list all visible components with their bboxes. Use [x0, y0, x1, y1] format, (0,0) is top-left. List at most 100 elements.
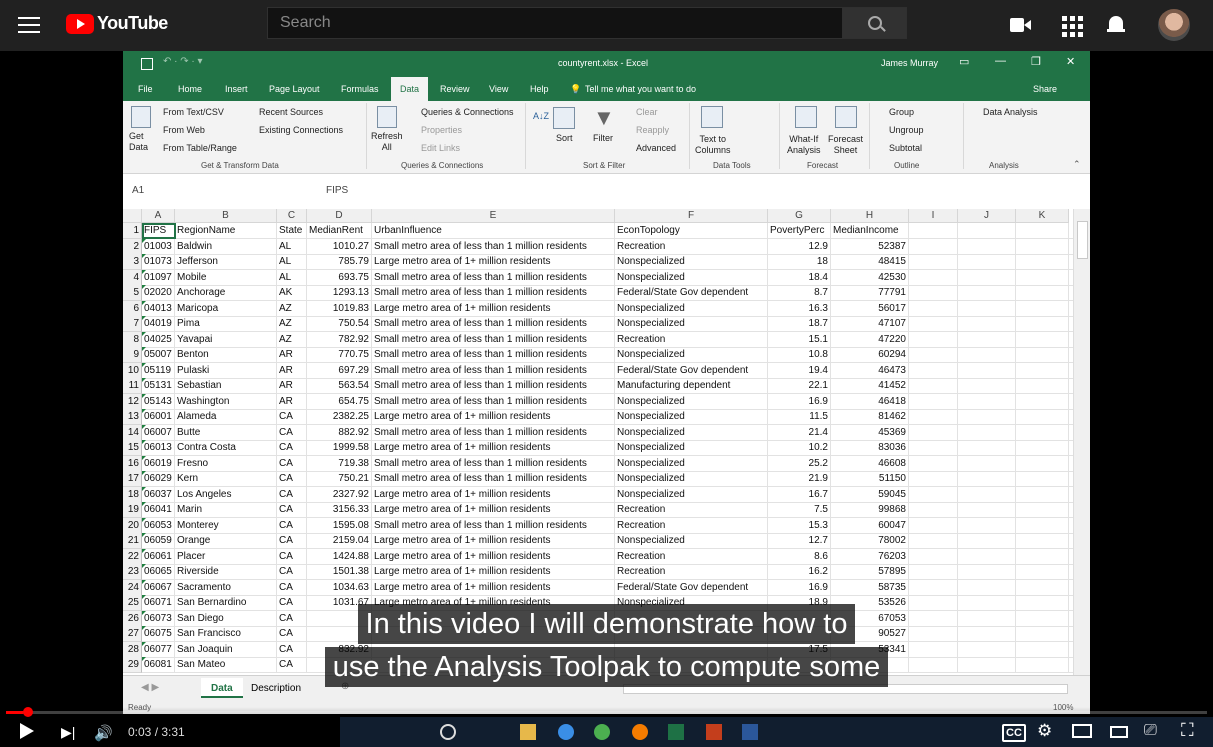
cell[interactable]: CA — [277, 641, 307, 657]
cell[interactable] — [909, 517, 958, 533]
cell[interactable]: CA — [277, 471, 307, 486]
horizontal-scrollbar[interactable] — [623, 684, 1068, 694]
cell[interactable]: Manufacturing dependent — [615, 378, 768, 393]
cell[interactable] — [958, 300, 1016, 316]
ungroup-button[interactable]: Ungroup — [889, 125, 924, 135]
tab-insert[interactable]: Insert — [225, 84, 248, 94]
cell[interactable] — [958, 254, 1016, 269]
row-header[interactable]: 22 — [123, 548, 142, 565]
cell[interactable]: AL — [277, 254, 307, 269]
cell[interactable]: 67053 — [831, 610, 909, 626]
cell[interactable]: San Bernardino — [175, 595, 277, 610]
cell[interactable]: 90527 — [831, 626, 909, 641]
cell[interactable] — [958, 269, 1016, 285]
cell[interactable]: 06019 — [142, 455, 175, 471]
cell[interactable]: Nonspecialized — [615, 316, 768, 331]
cell[interactable] — [1016, 331, 1069, 347]
cell[interactable] — [372, 657, 615, 672]
cell[interactable]: 2327.92 — [307, 486, 372, 502]
cell[interactable]: 60047 — [831, 517, 909, 533]
row-header[interactable]: 1 — [123, 223, 142, 239]
cell[interactable]: Nonspecialized — [615, 440, 768, 455]
cell[interactable]: 12.7 — [768, 533, 831, 548]
cell[interactable] — [1016, 238, 1069, 254]
cell[interactable]: 46608 — [831, 455, 909, 471]
cell[interactable]: Small metro area of less than 1 million … — [372, 285, 615, 300]
cell[interactable]: 1999.58 — [307, 440, 372, 455]
cell[interactable] — [1016, 300, 1069, 316]
cell[interactable]: 654.75 — [307, 393, 372, 409]
cell[interactable]: 06053 — [142, 517, 175, 533]
apps-grid-icon[interactable] — [1060, 14, 1083, 37]
cell[interactable]: 18.9 — [768, 595, 831, 610]
cell[interactable]: 06041 — [142, 502, 175, 517]
cell[interactable] — [1016, 269, 1069, 285]
cell[interactable]: 76203 — [831, 548, 909, 564]
volume-icon[interactable]: 🔊 — [94, 724, 113, 742]
row-header[interactable]: 3 — [123, 254, 142, 270]
cell[interactable]: Federal/State Gov dependent — [615, 362, 768, 378]
cell[interactable] — [615, 657, 768, 672]
cell[interactable]: Small metro area of less than 1 million … — [372, 455, 615, 471]
cell[interactable]: Maricopa — [175, 300, 277, 316]
cell[interactable] — [909, 502, 958, 517]
close-icon[interactable]: ✕ — [1066, 55, 1075, 68]
cell[interactable] — [1016, 223, 1069, 238]
cell[interactable]: 16.7 — [768, 486, 831, 502]
sheet-nav-arrows-icon[interactable]: ◀ ▶ — [141, 682, 159, 693]
row-header[interactable]: 12 — [123, 393, 142, 410]
select-all-corner[interactable] — [123, 209, 142, 223]
cell[interactable] — [1016, 579, 1069, 595]
row-header[interactable]: 6 — [123, 300, 142, 317]
cell[interactable] — [909, 579, 958, 595]
cell[interactable] — [1016, 424, 1069, 440]
cell[interactable] — [958, 641, 1016, 657]
tell-me-search[interactable]: Tell me what you want to do — [585, 84, 696, 94]
cell[interactable]: 58735 — [831, 579, 909, 595]
cell[interactable]: CA — [277, 517, 307, 533]
cell[interactable] — [909, 238, 958, 254]
cell[interactable]: 10.2 — [768, 440, 831, 455]
cell[interactable] — [1016, 486, 1069, 502]
column-header-k[interactable]: K — [1016, 209, 1069, 223]
cell[interactable] — [1016, 362, 1069, 378]
cell[interactable]: Orange — [175, 533, 277, 548]
cell[interactable] — [372, 610, 615, 626]
edit-links-button[interactable]: Edit Links — [421, 143, 460, 153]
cell[interactable]: Small metro area of less than 1 million … — [372, 269, 615, 285]
cell[interactable]: 78002 — [831, 533, 909, 548]
tab-review[interactable]: Review — [440, 84, 470, 94]
cell[interactable]: 8.6 — [768, 548, 831, 564]
cell[interactable]: 785.79 — [307, 254, 372, 269]
cell[interactable] — [909, 254, 958, 269]
cell[interactable]: 52387 — [831, 238, 909, 254]
cell[interactable]: 10.8 — [768, 347, 831, 362]
cell[interactable]: CA — [277, 579, 307, 595]
cell[interactable]: Anchorage — [175, 285, 277, 300]
existing-connections-button[interactable]: Existing Connections — [259, 125, 343, 135]
cell[interactable]: Small metro area of less than 1 million … — [372, 331, 615, 347]
fullscreen-icon[interactable]: ⛶ — [1181, 720, 1194, 741]
cell[interactable]: 06071 — [142, 595, 175, 610]
cell[interactable]: 06059 — [142, 533, 175, 548]
cell[interactable]: Marin — [175, 502, 277, 517]
cell[interactable]: Placer — [175, 548, 277, 564]
cell[interactable]: 05119 — [142, 362, 175, 378]
cell[interactable] — [909, 595, 958, 610]
cell[interactable] — [958, 579, 1016, 595]
cell[interactable]: Federal/State Gov dependent — [615, 579, 768, 595]
row-header[interactable]: 24 — [123, 579, 142, 596]
cell[interactable]: 1034.63 — [307, 579, 372, 595]
cell[interactable]: 06067 — [142, 579, 175, 595]
row-header[interactable]: 27 — [123, 626, 142, 642]
cell[interactable] — [958, 533, 1016, 548]
cell[interactable] — [958, 223, 1016, 238]
cell[interactable]: EconTopology — [615, 223, 768, 238]
cell[interactable]: Large metro area of 1+ million residents — [372, 440, 615, 455]
cell[interactable]: Benton — [175, 347, 277, 362]
cell[interactable]: Alameda — [175, 409, 277, 424]
cell[interactable]: AR — [277, 347, 307, 362]
cell[interactable]: AZ — [277, 316, 307, 331]
cell[interactable]: Large metro area of 1+ million residents — [372, 564, 615, 579]
row-header[interactable]: 23 — [123, 564, 142, 580]
